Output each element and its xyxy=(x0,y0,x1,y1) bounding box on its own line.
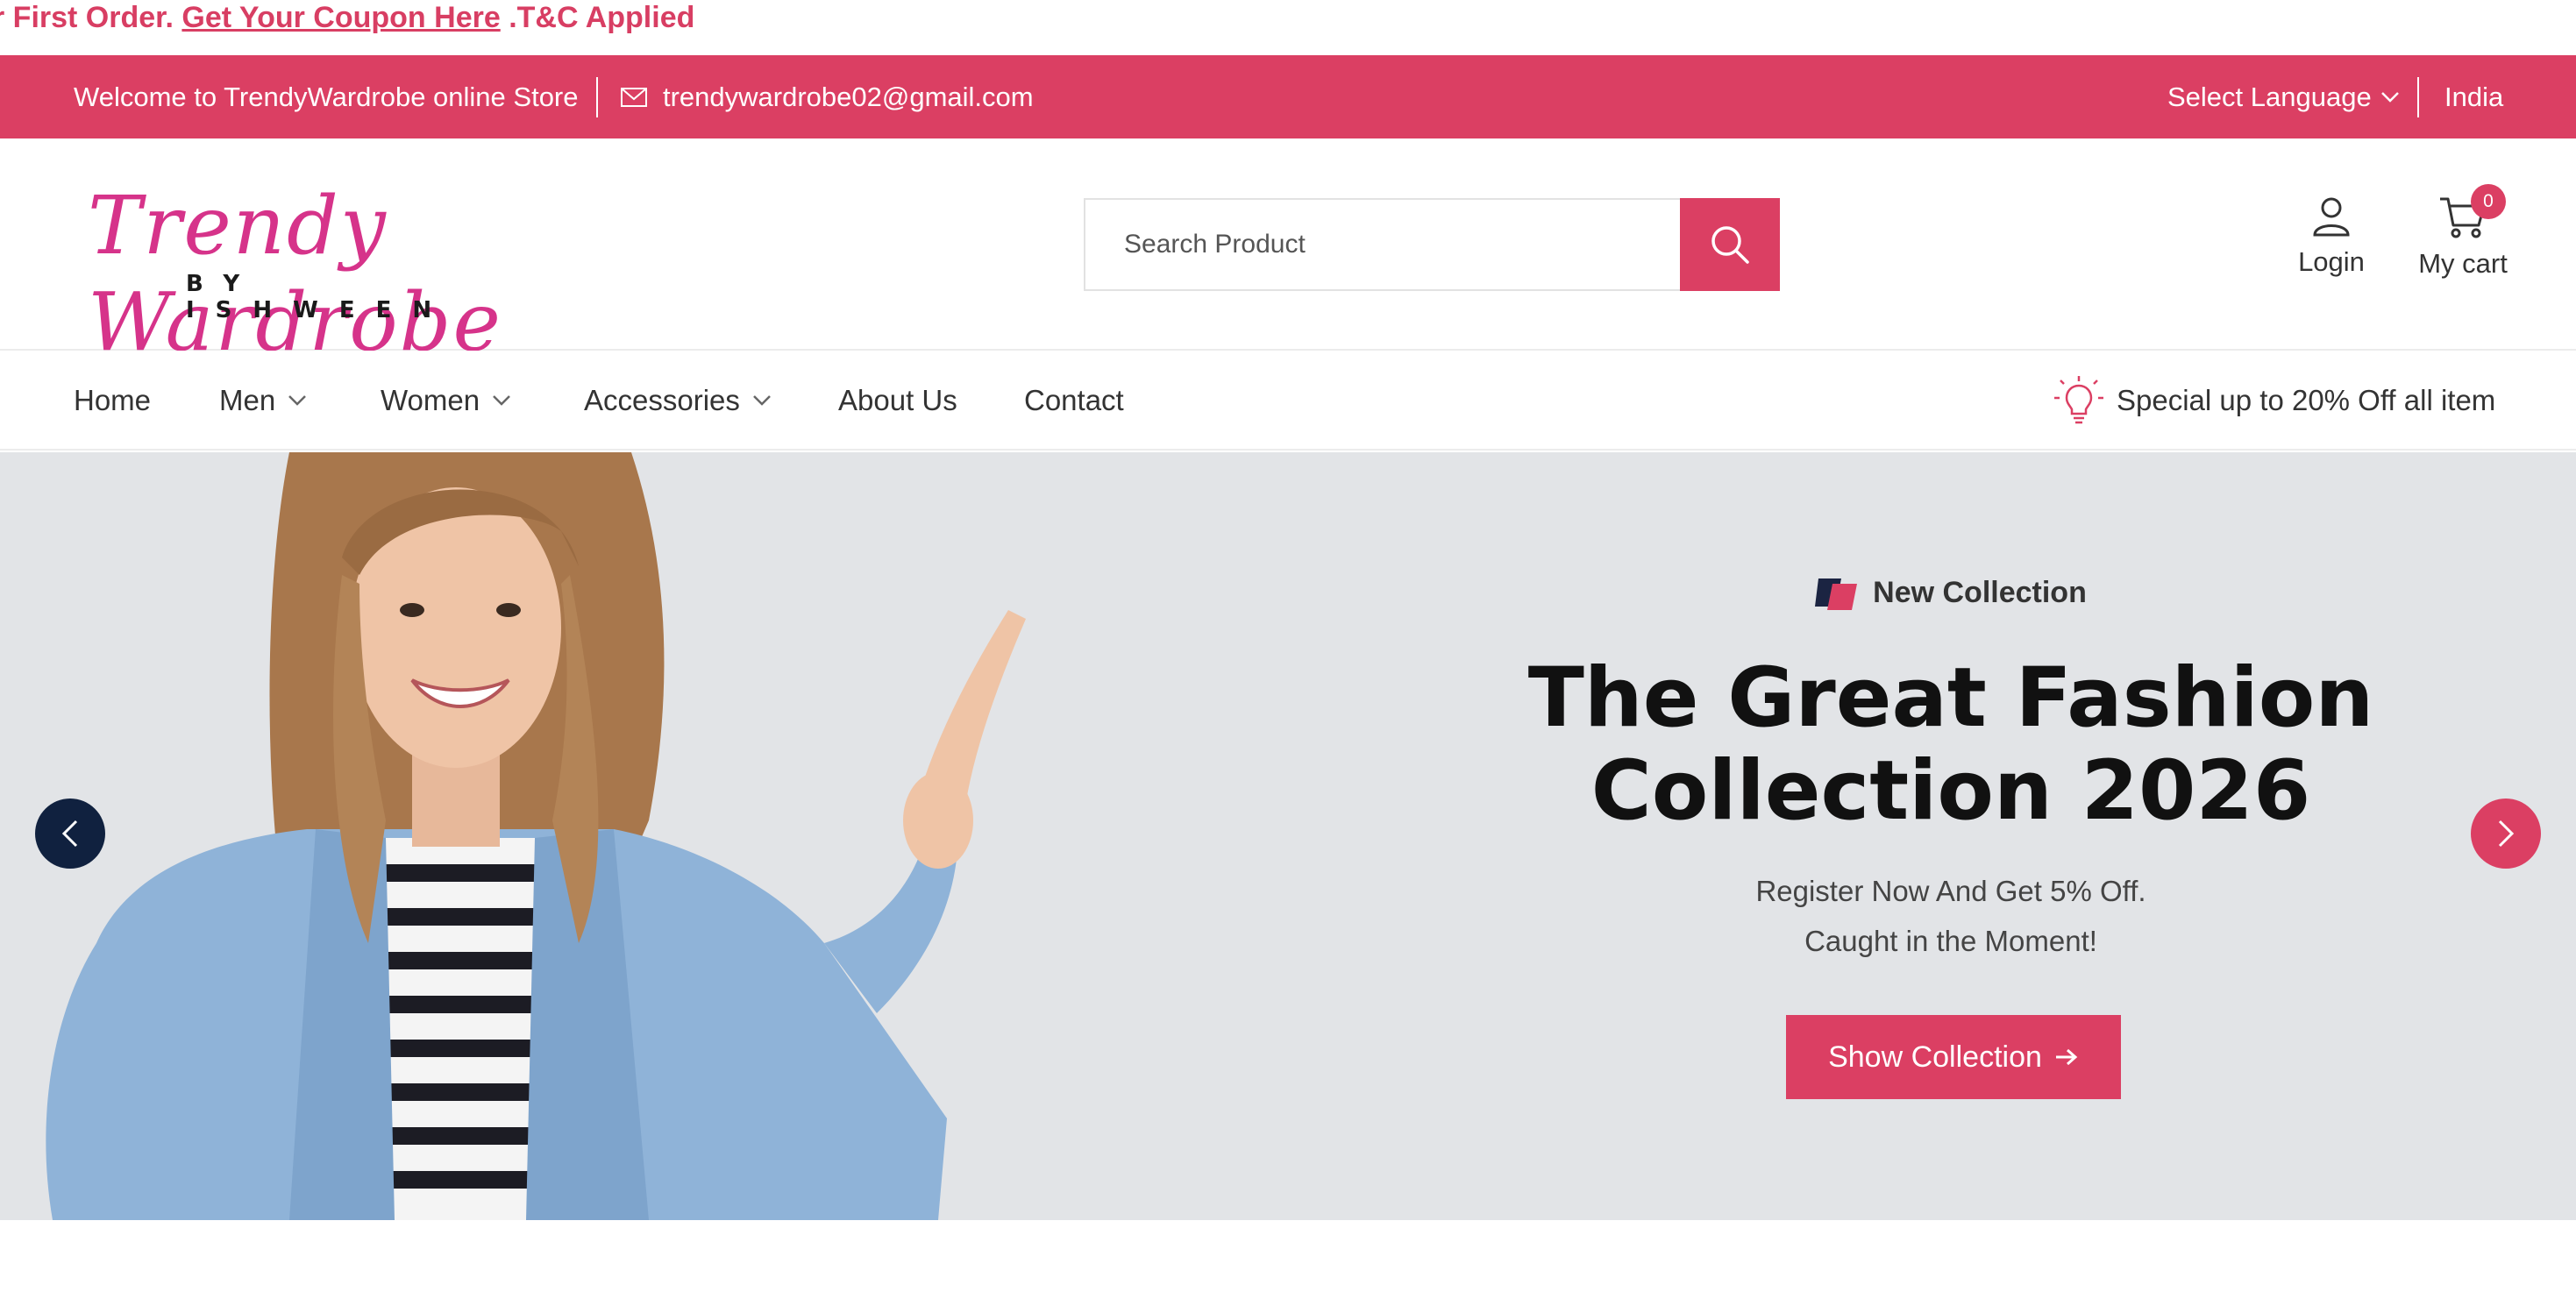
slider-next-button[interactable] xyxy=(2471,799,2541,869)
nav-item-label: About Us xyxy=(838,384,957,416)
search-icon xyxy=(1711,226,1749,264)
logo-subtitle: BY ISHWEEN xyxy=(186,271,453,323)
nav-item-home[interactable]: Home xyxy=(74,351,151,451)
collection-tag: New Collection xyxy=(1455,575,2446,610)
coupon-link[interactable]: Get Your Coupon Here xyxy=(181,1,500,34)
welcome-text: Welcome to TrendyWardrobe online Store xyxy=(74,82,579,112)
content-area xyxy=(0,1220,2576,1306)
chevron-right-icon xyxy=(2498,820,2515,848)
mail-icon xyxy=(621,87,647,107)
nav-item-label: Home xyxy=(74,384,152,416)
email-text: trendywardrobe02@gmail.com xyxy=(663,81,1034,112)
cta-label: Show Collection xyxy=(1828,1040,2042,1074)
hero-subtitle-line: Caught in the Moment! xyxy=(1804,925,2097,957)
email-contact[interactable]: trendywardrobe02@gmail.com xyxy=(621,55,1034,138)
hero-banner: New Collection The Great Fashion Collect… xyxy=(0,452,2576,1220)
special-offer-text: Special up to 20% Off all item xyxy=(2117,384,2496,416)
nav-item-men[interactable]: Men xyxy=(219,351,307,451)
nav-item-accessories[interactable]: Accessories xyxy=(584,351,772,451)
chevron-down-icon xyxy=(493,395,510,406)
search-bar xyxy=(1084,198,1780,291)
cart-button[interactable]: 0 My cart xyxy=(2415,184,2511,280)
hero-subtitle-line: Register Now And Get 5% Off. xyxy=(1755,875,2146,907)
hero-title-line: Collection 2026 xyxy=(1590,743,2311,839)
hero-subtitle: Register Now And Get 5% Off. Caught in t… xyxy=(1455,866,2446,966)
nav-item-contact[interactable]: Contact xyxy=(1024,351,1124,451)
lightbulb-icon xyxy=(2054,376,2103,424)
topbar-divider xyxy=(596,77,598,117)
nav-item-label: Contact xyxy=(1024,384,1124,416)
show-collection-button[interactable]: Show Collection xyxy=(1786,1015,2121,1099)
promo-text-suffix: .T&C Applied xyxy=(509,1,695,34)
site-header: Trendy Wardrobe BY ISHWEEN Login 0 My ca… xyxy=(0,138,2576,369)
main-nav: Home Men Women Accessories About Us Cont… xyxy=(0,351,2576,451)
arrow-right-icon xyxy=(2055,1048,2078,1066)
special-offer: Special up to 20% Off all item xyxy=(2052,351,2495,451)
collection-tag-label: New Collection xyxy=(1873,575,2087,609)
cart-count-badge: 0 xyxy=(2471,184,2506,219)
country-select[interactable]: India xyxy=(2444,55,2503,138)
language-select[interactable]: Select Language xyxy=(2167,55,2400,138)
nav-item-label: Men xyxy=(219,384,276,416)
language-label: Select Language xyxy=(2167,81,2372,112)
top-bar: Welcome to TrendyWardrobe online Store t… xyxy=(0,55,2576,138)
site-logo[interactable]: Trendy Wardrobe BY ISHWEEN xyxy=(88,178,552,369)
hero-model-image xyxy=(46,452,1026,1220)
search-button[interactable] xyxy=(1680,198,1780,291)
user-icon xyxy=(2313,197,2350,237)
cart-label: My cart xyxy=(2418,248,2508,279)
promo-text-prefix: r First Order. xyxy=(0,1,174,34)
nav-item-label: Women xyxy=(381,384,480,416)
login-button[interactable]: Login xyxy=(2292,196,2371,278)
topbar-divider xyxy=(2417,77,2419,117)
chevron-down-icon xyxy=(2380,91,2399,103)
nav-item-about[interactable]: About Us xyxy=(838,351,957,451)
promo-ticker: r First Order. Get Your Coupon Here .T&C… xyxy=(0,0,2576,54)
chevron-down-icon xyxy=(288,395,307,406)
nav-item-women[interactable]: Women xyxy=(381,351,511,451)
slider-prev-button[interactable] xyxy=(35,799,105,869)
login-label: Login xyxy=(2298,246,2365,277)
chevron-left-icon xyxy=(61,820,78,848)
chevron-down-icon xyxy=(753,395,771,406)
hero-title: The Great Fashion Collection 2026 xyxy=(1455,652,2446,838)
search-input[interactable] xyxy=(1084,198,1681,291)
tag-icon xyxy=(1815,578,1858,610)
hero-title-line: The Great Fashion xyxy=(1527,650,2374,746)
nav-item-label: Accessories xyxy=(584,384,740,416)
hero-text-block: New Collection The Great Fashion Collect… xyxy=(1455,452,2446,1220)
